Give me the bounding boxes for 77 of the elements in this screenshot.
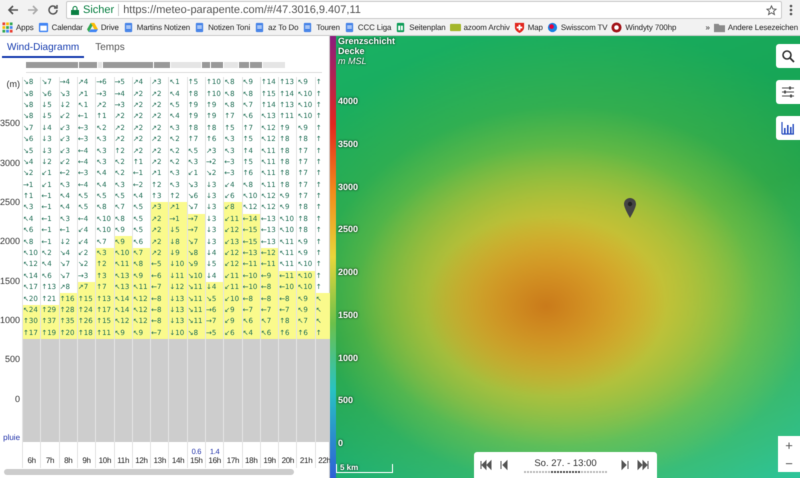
apps-grid-icon <box>2 22 13 33</box>
azoom-logo-icon <box>450 22 461 33</box>
hour-label: 13h <box>154 456 166 465</box>
calendar-icon <box>38 22 49 33</box>
scale-value: 1000 <box>338 352 358 362</box>
spreadsheet-icon <box>395 22 406 33</box>
altitude-label: 500 <box>5 354 20 364</box>
document-icon <box>302 22 314 33</box>
altitude-label: 1000 <box>0 314 20 325</box>
scale-value: 500 <box>338 395 354 406</box>
altitude-label: 2500 <box>0 196 20 207</box>
drive-icon <box>86 22 98 33</box>
skip-back-icon <box>480 459 492 471</box>
reload-icon[interactable] <box>46 3 60 17</box>
address-bar[interactable]: Sicher https://meteo-parapente.com/#/47.3016,9.407,11 <box>66 1 782 19</box>
scale-value: 1500 <box>338 310 358 320</box>
altitude-label: 2000 <box>0 236 20 246</box>
location-pin-icon[interactable] <box>624 198 636 218</box>
chart-button[interactable] <box>776 116 800 140</box>
last-button[interactable] <box>637 459 651 471</box>
altitude-label: 1500 <box>0 276 20 286</box>
scale-value: 3500 <box>338 138 358 149</box>
forecast-time: So. 27. - 13:00 <box>534 458 597 468</box>
document-icon <box>122 22 134 33</box>
hour-label: 19h <box>263 456 276 465</box>
hour-label: 21h <box>300 456 312 465</box>
scale-value: 4000 <box>338 96 358 106</box>
hour-label: 7h <box>46 456 54 465</box>
sliders-icon <box>781 85 795 99</box>
altitude-label: 0 <box>15 394 20 404</box>
hour-label: 12h <box>135 456 148 465</box>
scale-value: 0 <box>338 438 344 448</box>
scale-value: 2500 <box>338 224 358 234</box>
hour-label: 9h <box>82 456 91 465</box>
url-text: https://meteo-parapente.com/#/47.3016,9.407,11 <box>118 4 361 16</box>
document-icon <box>194 22 206 33</box>
scale-value: 3000 <box>338 182 358 192</box>
rain-label: pluie <box>3 432 20 442</box>
scale-value: 2000 <box>338 267 358 277</box>
star-icon[interactable] <box>766 4 777 16</box>
horizontal-scrollbar[interactable] <box>4 469 294 475</box>
back-icon[interactable] <box>6 3 20 17</box>
step-back-icon <box>498 459 510 471</box>
hour-label: 11h <box>117 456 130 465</box>
menu-icon[interactable] <box>788 3 794 17</box>
legend-unit: m MSL <box>338 56 368 66</box>
hour-label: 17h <box>226 456 240 465</box>
altitude-label: (m) <box>6 79 20 89</box>
search-icon <box>781 49 795 63</box>
windy-logo-icon <box>611 22 622 33</box>
document-icon <box>344 22 355 33</box>
document-icon <box>254 22 266 33</box>
hour-label: 14h <box>172 456 184 465</box>
search-button[interactable] <box>776 44 800 68</box>
legend-subtitle: Decke <box>338 46 366 56</box>
tab[interactable]: Temps <box>90 40 130 58</box>
hour-label: 8h <box>64 456 72 465</box>
settings-button[interactable] <box>776 80 800 104</box>
tab[interactable]: Wind-Diagramm <box>2 40 84 58</box>
secure-label: Sicher <box>83 4 114 16</box>
altitude-label: 3500 <box>0 118 20 128</box>
lock-icon <box>71 6 79 14</box>
hour-label: 18h <box>245 456 258 465</box>
altitude-label: 3000 <box>0 158 20 168</box>
step-forward-icon <box>619 459 631 471</box>
swisscom-logo-icon <box>546 22 558 33</box>
first-button[interactable] <box>480 459 494 471</box>
hour-label: 16h <box>208 456 221 465</box>
swiss-shield-icon <box>514 22 525 33</box>
skip-forward-icon <box>637 459 649 471</box>
bar-chart-icon <box>781 121 795 135</box>
legend-title: Grenzschicht <box>338 36 396 46</box>
folder-icon <box>714 22 725 33</box>
hour-label: 6h <box>28 456 36 465</box>
hour-label: 20h <box>282 456 294 465</box>
hour-label: 15h <box>190 456 203 465</box>
hour-label: 10h <box>98 456 112 465</box>
